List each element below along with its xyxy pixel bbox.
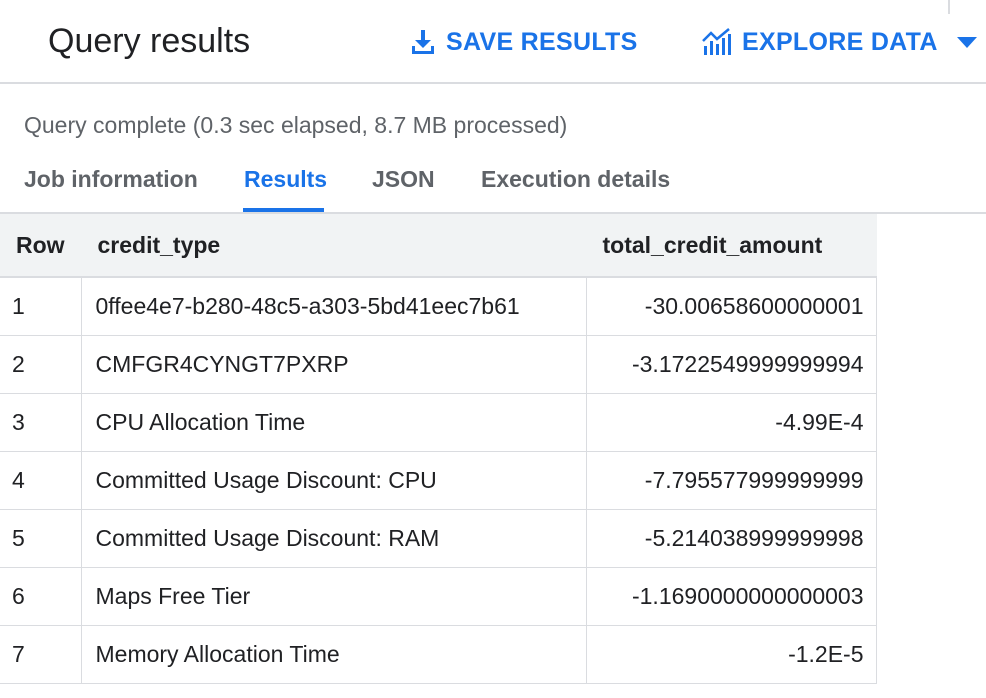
column-header-credit-type[interactable]: credit_type: [81, 214, 587, 278]
row-number: 5: [0, 509, 82, 568]
explore-data-button[interactable]: EXPLORE DATA: [702, 26, 978, 58]
credit-amount-cell[interactable]: -1.1690000000000003: [586, 567, 877, 626]
credit-amount-cell[interactable]: -5.214038999999998: [586, 509, 877, 568]
column-header-total-credit-amount[interactable]: total_credit_amount: [586, 214, 877, 278]
results-header: Query results SAVE RESULTS EXPLORE DATA: [0, 0, 986, 84]
credit-type-cell[interactable]: Memory Allocation Time: [81, 625, 587, 684]
results-tabs: Job information Results JSON Execution d…: [0, 150, 986, 214]
credit-amount-cell[interactable]: -1.2E-5: [586, 625, 877, 684]
divider: [948, 0, 950, 14]
row-number: 3: [0, 393, 82, 452]
save-results-button[interactable]: SAVE RESULTS: [410, 26, 638, 58]
credit-amount-cell[interactable]: -30.00658600000001: [586, 277, 877, 336]
caret-down-icon[interactable]: [956, 35, 978, 49]
table-header-row: Row credit_type total_credit_amount: [0, 214, 877, 278]
results-table: Row credit_type total_credit_amount 1 0f…: [0, 214, 877, 684]
table-row[interactable]: 2 CMFGR4CYNGT7PXRP -3.1722549999999994: [0, 335, 877, 394]
table-row[interactable]: 6 Maps Free Tier -1.1690000000000003: [0, 567, 877, 626]
page-title: Query results: [48, 22, 251, 60]
column-header-row[interactable]: Row: [0, 214, 82, 278]
credit-amount-cell[interactable]: -3.1722549999999994: [586, 335, 877, 394]
table-row[interactable]: 4 Committed Usage Discount: CPU -7.79557…: [0, 451, 877, 510]
table-row[interactable]: 5 Committed Usage Discount: RAM -5.21403…: [0, 509, 877, 568]
credit-amount-cell[interactable]: -7.795577999999999: [586, 451, 877, 510]
tab-results[interactable]: Results: [244, 166, 327, 193]
download-icon: [410, 28, 436, 56]
explore-data-label: EXPLORE DATA: [742, 27, 938, 56]
row-number: 4: [0, 451, 82, 510]
credit-type-cell[interactable]: 0ffee4e7-b280-48c5-a303-5bd41eec7b61: [81, 277, 587, 336]
table-row[interactable]: 7 Memory Allocation Time -1.2E-5: [0, 625, 877, 684]
credit-type-cell[interactable]: CMFGR4CYNGT7PXRP: [81, 335, 587, 394]
query-status: Query complete (0.3 sec elapsed, 8.7 MB …: [24, 112, 568, 138]
save-results-label: SAVE RESULTS: [446, 27, 638, 56]
query-results-panel: Query results SAVE RESULTS EXPLORE DATA …: [0, 0, 986, 698]
credit-type-cell[interactable]: Maps Free Tier: [81, 567, 587, 626]
tab-job-information[interactable]: Job information: [24, 166, 198, 193]
tab-json[interactable]: JSON: [372, 166, 435, 193]
credit-type-cell[interactable]: CPU Allocation Time: [81, 393, 587, 452]
table-row[interactable]: 3 CPU Allocation Time -4.99E-4: [0, 393, 877, 452]
credit-amount-cell[interactable]: -4.99E-4: [586, 393, 877, 452]
tab-execution-details[interactable]: Execution details: [481, 166, 670, 193]
credit-type-cell[interactable]: Committed Usage Discount: CPU: [81, 451, 587, 510]
table-row[interactable]: 1 0ffee4e7-b280-48c5-a303-5bd41eec7b61 -…: [0, 277, 877, 336]
credit-type-cell[interactable]: Committed Usage Discount: RAM: [81, 509, 587, 568]
row-number: 6: [0, 567, 82, 626]
row-number: 1: [0, 277, 82, 336]
row-number: 7: [0, 625, 82, 684]
row-number: 2: [0, 335, 82, 394]
chart-icon: [702, 28, 732, 56]
